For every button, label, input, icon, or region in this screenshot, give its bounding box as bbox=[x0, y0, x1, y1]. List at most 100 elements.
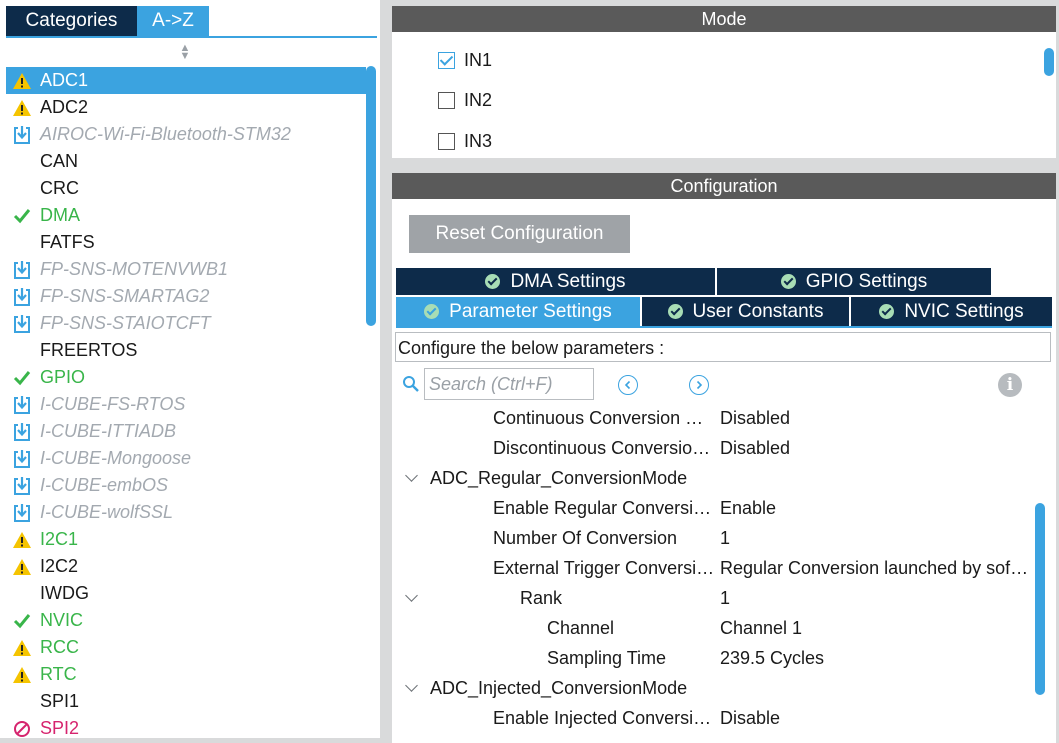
tab-user-constants[interactable]: User Constants bbox=[642, 297, 851, 326]
parameter-name: Continuous Conversion Mode bbox=[493, 408, 715, 428]
parameter-row[interactable]: Sampling Time 239.5 Cycles bbox=[395, 643, 1033, 673]
checkbox-in2[interactable] bbox=[438, 91, 455, 109]
component-item-i-cube-wolfssl[interactable]: I-CUBE-wolfSSL bbox=[6, 499, 366, 526]
checkbox-in1[interactable] bbox=[438, 51, 455, 69]
status-icon bbox=[11, 121, 33, 148]
parameter-group[interactable]: ADC_Injected_ConversionMode bbox=[395, 673, 1033, 703]
search-input[interactable] bbox=[424, 368, 594, 400]
tab-label: NVIC Settings bbox=[904, 300, 1024, 322]
parameter-row[interactable]: Discontinuous Conversion ModeDisabled bbox=[395, 433, 1033, 463]
status-icon bbox=[11, 499, 33, 526]
component-item-i2c1[interactable]: I2C1 bbox=[6, 526, 366, 553]
parameter-name: Enable Regular Conversions bbox=[493, 498, 715, 518]
parameter-row[interactable]: Channel Channel 1 bbox=[395, 613, 1033, 643]
warning-icon bbox=[13, 72, 31, 89]
component-label: I2C1 bbox=[40, 529, 79, 549]
component-label: IWDG bbox=[40, 583, 89, 603]
status-icon bbox=[11, 472, 33, 499]
component-item-i-cube-mongoose[interactable]: I-CUBE-Mongoose bbox=[6, 445, 366, 472]
tab-gpio-settings[interactable]: GPIO Settings bbox=[717, 268, 991, 295]
parameter-name: Sampling Time bbox=[547, 648, 667, 668]
parameter-row[interactable]: Number Of Conversion 1 bbox=[395, 523, 1033, 553]
reset-configuration-button[interactable]: Reset Configuration bbox=[409, 215, 630, 253]
component-item-spi1[interactable]: SPI1 bbox=[6, 688, 366, 715]
search-next-icon[interactable] bbox=[689, 375, 709, 395]
component-item-crc[interactable]: CRC bbox=[6, 175, 366, 202]
warning-icon bbox=[13, 639, 31, 656]
list-scrollbar-thumb[interactable] bbox=[366, 66, 376, 326]
component-item-freertos[interactable]: FREERTOS bbox=[6, 337, 366, 364]
component-item-rtc[interactable]: RTC bbox=[6, 661, 366, 688]
component-label: CRC bbox=[40, 178, 79, 198]
parameter-name: Rank bbox=[520, 588, 563, 608]
component-item-fp-sns-staiotcft[interactable]: FP-SNS-STAIOTCFT bbox=[6, 310, 366, 337]
tab-parameter-settings[interactable]: Parameter Settings bbox=[396, 297, 642, 326]
status-icon bbox=[11, 256, 33, 283]
tab-nvic-settings[interactable]: NVIC Settings bbox=[851, 297, 1052, 326]
component-item-adc2[interactable]: ADC2 bbox=[6, 94, 366, 121]
component-item-i-cube-embos[interactable]: I-CUBE-embOS bbox=[6, 472, 366, 499]
status-icon bbox=[11, 202, 33, 229]
parameter-value[interactable]: Enable bbox=[720, 493, 1030, 523]
component-item-fatfs[interactable]: FATFS bbox=[6, 229, 366, 256]
download-pack-icon bbox=[14, 422, 30, 441]
parameters-scrollbar-thumb[interactable] bbox=[1035, 503, 1045, 695]
tab-dma-settings[interactable]: DMA Settings bbox=[396, 268, 717, 295]
component-item-iwdg[interactable]: IWDG bbox=[6, 580, 366, 607]
chevron-down-icon[interactable] bbox=[405, 589, 418, 602]
parameter-value[interactable]: Disable bbox=[720, 703, 1030, 733]
checkbox-in3[interactable] bbox=[438, 132, 455, 150]
status-icon bbox=[11, 175, 33, 202]
component-item-can[interactable]: CAN bbox=[6, 148, 366, 175]
sort-icon[interactable]: ▲ ▼ bbox=[178, 43, 192, 62]
warning-icon bbox=[13, 558, 31, 575]
mode-item-label: IN2 bbox=[464, 89, 493, 110]
panel-splitter[interactable] bbox=[380, 0, 392, 743]
parameter-value[interactable]: 239.5 Cycles bbox=[720, 643, 1030, 673]
component-item-airoc-wi-fi-bluetooth-stm32[interactable]: AIROC-Wi-Fi-Bluetooth-STM32 bbox=[6, 121, 366, 148]
tab-categories[interactable]: Categories bbox=[6, 6, 137, 36]
tab-a-z[interactable]: A->Z bbox=[137, 6, 209, 36]
parameter-value[interactable]: 1 bbox=[720, 583, 1030, 613]
component-item-fp-sns-smartag2[interactable]: FP-SNS-SMARTAG2 bbox=[6, 283, 366, 310]
check-icon bbox=[13, 370, 31, 385]
parameter-group[interactable]: Rank 1 bbox=[395, 583, 1033, 613]
parameter-value[interactable]: Disabled bbox=[720, 403, 1030, 433]
parameter-row[interactable]: Enable Injected Conversions Disable bbox=[395, 703, 1033, 733]
parameter-tree: Continuous Conversion Mode Disabled Discon… bbox=[395, 403, 1033, 738]
chevron-down-icon[interactable] bbox=[405, 679, 418, 692]
status-icon bbox=[11, 580, 33, 607]
component-item-gpio[interactable]: GPIO bbox=[6, 364, 366, 391]
mode-scrollbar-thumb[interactable] bbox=[1044, 48, 1054, 76]
parameter-row[interactable]: External Trigger Conversion SourceRegula… bbox=[395, 553, 1033, 583]
status-icon bbox=[11, 337, 33, 364]
mode-item-in2[interactable]: IN2 bbox=[438, 88, 492, 112]
parameters-description: Configure the below parameters : bbox=[395, 332, 1051, 362]
parameter-row[interactable]: Continuous Conversion Mode Disabled bbox=[395, 403, 1033, 433]
component-item-i2c2[interactable]: I2C2 bbox=[6, 553, 366, 580]
parameter-value[interactable]: Disabled bbox=[720, 433, 1030, 463]
download-pack-icon bbox=[14, 125, 30, 144]
parameter-value[interactable]: 1 bbox=[720, 523, 1030, 553]
components-panel: Categories A->Z ▲ ▼ ADC1 ADC2 AIROC-Wi-Fi-B… bbox=[0, 0, 380, 743]
component-item-rcc[interactable]: RCC bbox=[6, 634, 366, 661]
component-item-dma[interactable]: DMA bbox=[6, 202, 366, 229]
warning-icon bbox=[13, 531, 31, 548]
search-previous-icon[interactable] bbox=[618, 375, 638, 395]
mode-item-in1[interactable]: IN1 bbox=[438, 48, 492, 72]
component-item-i-cube-fs-rtos[interactable]: I-CUBE-FS-RTOS bbox=[6, 391, 366, 418]
chevron-down-icon[interactable] bbox=[405, 469, 418, 482]
mode-item-in3[interactable]: IN3 bbox=[438, 129, 492, 153]
status-icon bbox=[11, 526, 33, 553]
parameter-value[interactable]: Regular Conversion launched by software bbox=[720, 553, 1030, 583]
info-icon[interactable]: i bbox=[998, 373, 1022, 397]
component-item-i-cube-ittiadb[interactable]: I-CUBE-ITTIADB bbox=[6, 418, 366, 445]
parameter-row[interactable]: Enable Regular Conversions Enable bbox=[395, 493, 1033, 523]
parameter-group[interactable]: ADC_Regular_ConversionMode bbox=[395, 463, 1033, 493]
component-label: ADC2 bbox=[40, 97, 89, 117]
component-item-nvic[interactable]: NVIC bbox=[6, 607, 366, 634]
parameter-value[interactable]: Channel 1 bbox=[720, 613, 1030, 643]
parameter-name: Discontinuous Conversion Mode bbox=[493, 438, 715, 458]
component-item-fp-sns-motenvwb1[interactable]: FP-SNS-MOTENVWB1 bbox=[6, 256, 366, 283]
component-item-adc1[interactable]: ADC1 bbox=[6, 67, 366, 94]
